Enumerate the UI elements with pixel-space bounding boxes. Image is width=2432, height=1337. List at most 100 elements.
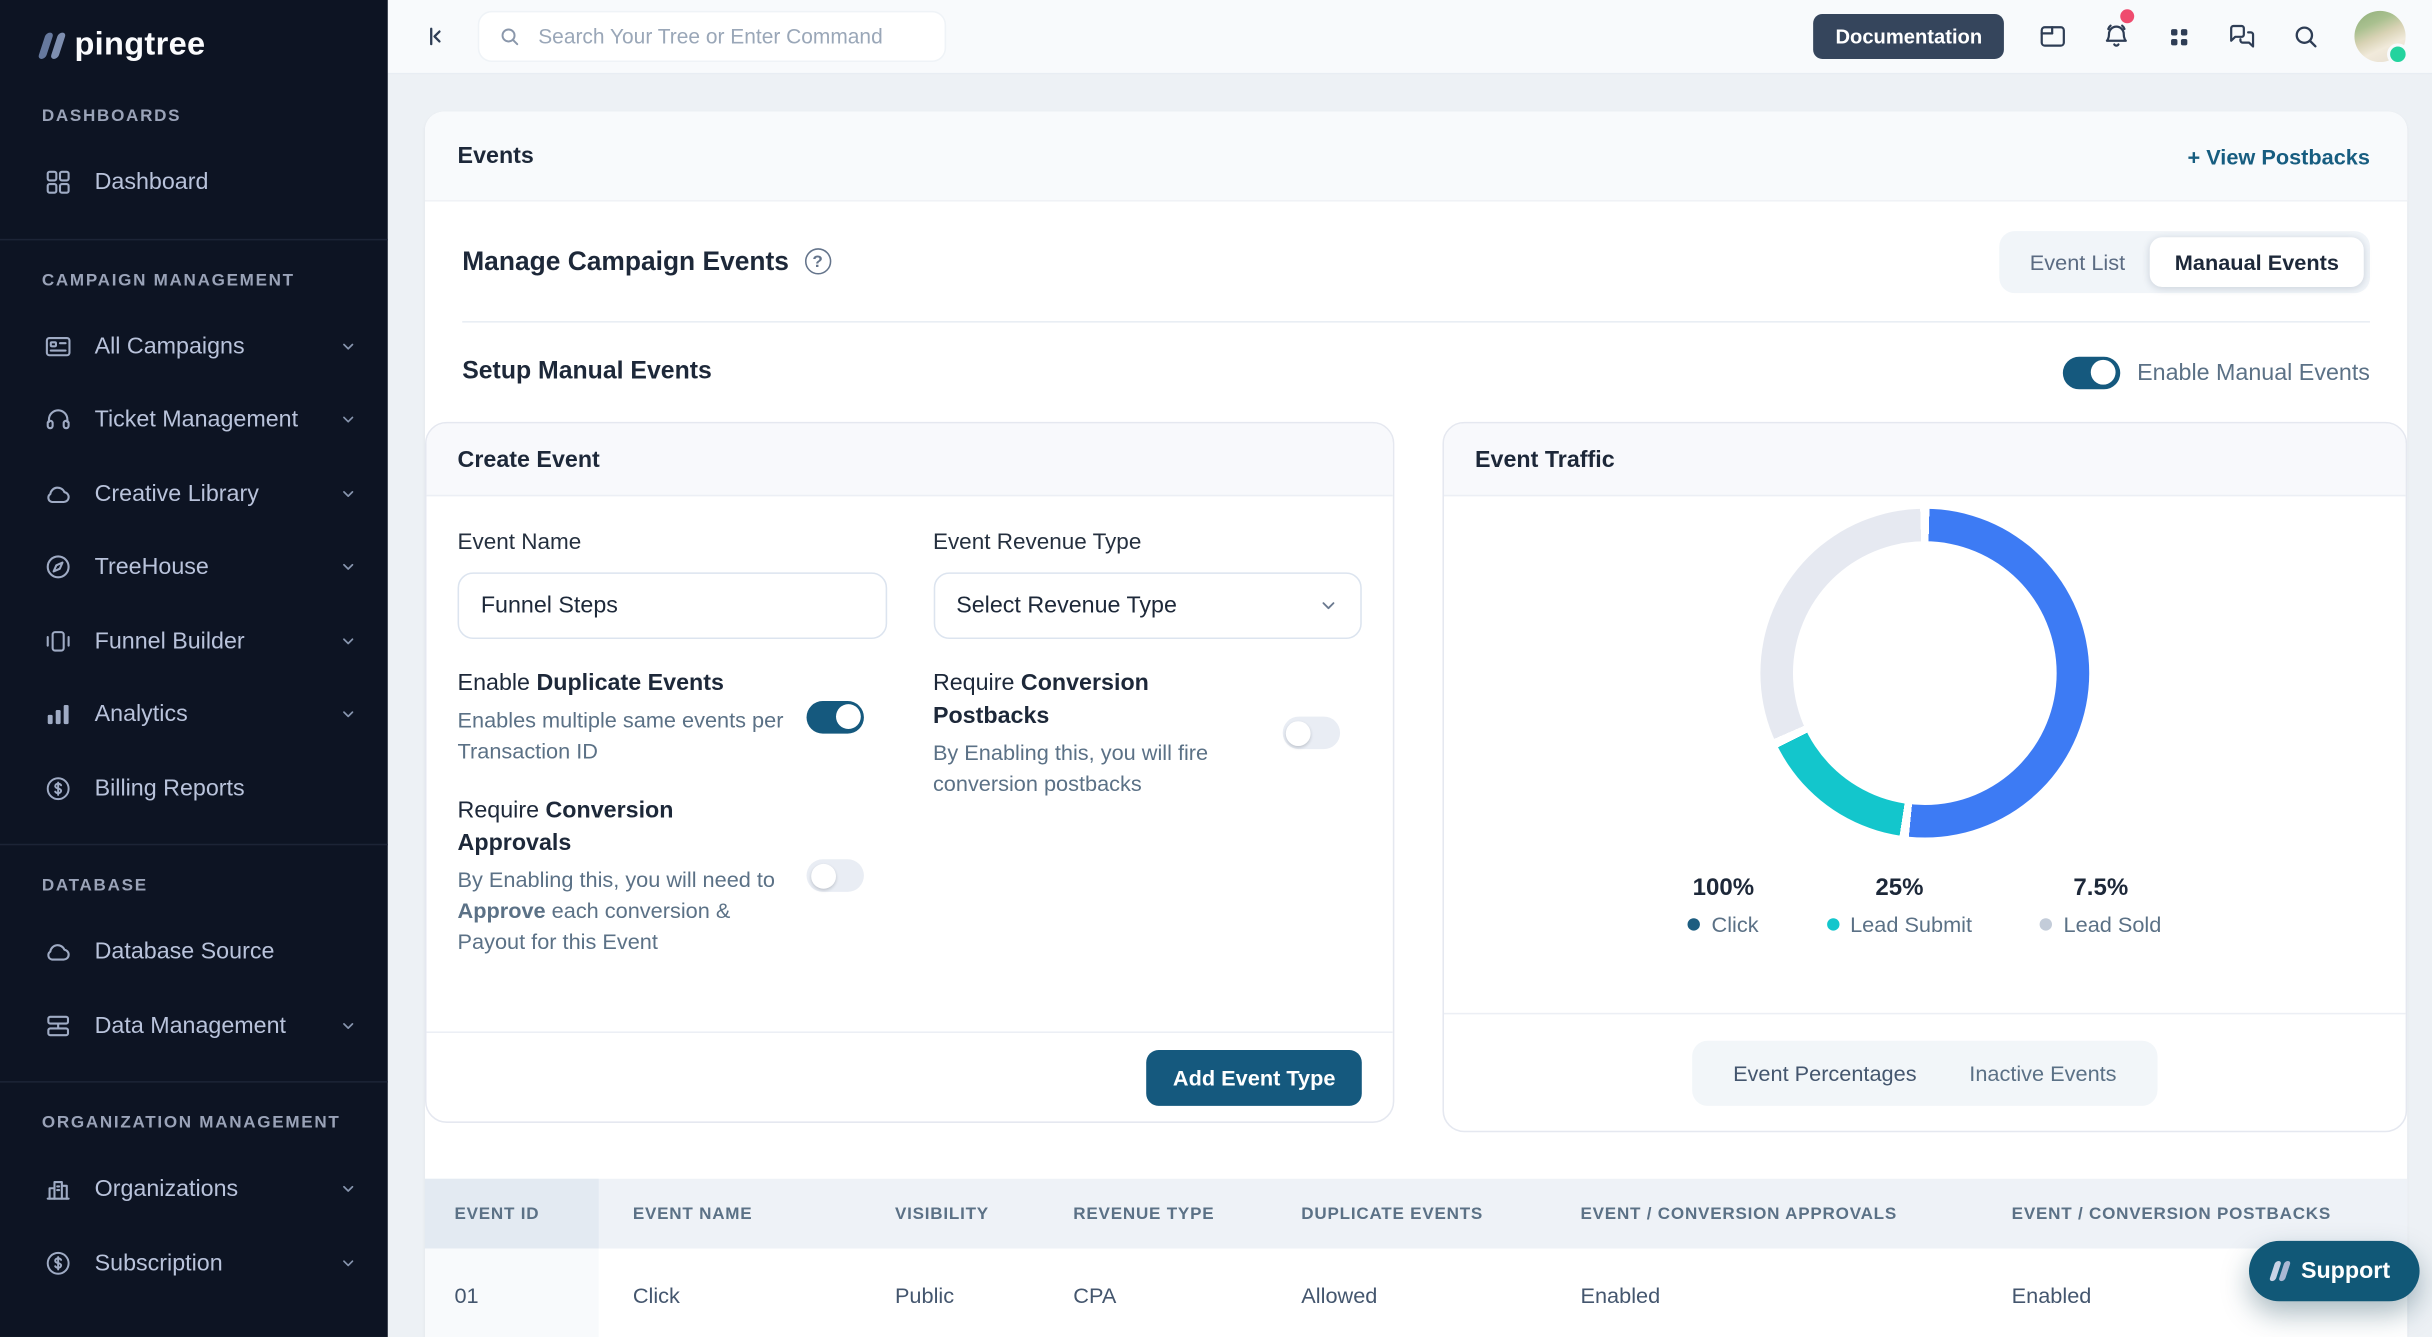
nav-section-database: DATABASE Database Source Data Management: [0, 844, 388, 1081]
conversion-approvals-toggle[interactable]: [807, 859, 864, 892]
tab-inactive-events[interactable]: Inactive Events: [1969, 1060, 2116, 1085]
sidebar: pingtree DASHBOARDS Dashboard CAMPAIGN M…: [0, 0, 388, 1336]
notification-badge: [2120, 9, 2134, 23]
search-icon[interactable]: [2291, 22, 2320, 51]
sidebar-item-treehouse[interactable]: TreeHouse: [0, 530, 388, 604]
sidebar-item-data-management[interactable]: Data Management: [0, 989, 388, 1063]
manage-campaign-events-row: Manage Campaign Events ? Event List Mana…: [462, 202, 2370, 323]
revenue-type-value: Select Revenue Type: [956, 592, 1177, 618]
sidebar-item-label: Subscription: [95, 1250, 223, 1276]
legend-dot: [1827, 918, 1839, 930]
add-event-type-button[interactable]: Add Event Type: [1147, 1049, 1362, 1105]
cell-event-name: Click: [599, 1249, 861, 1337]
server-icon: [42, 1010, 73, 1041]
section-label: DASHBOARDS: [0, 76, 388, 146]
sidebar-item-label: Analytics: [95, 701, 188, 727]
legend-dot: [2040, 918, 2052, 930]
app-screen: pingtree DASHBOARDS Dashboard CAMPAIGN M…: [0, 0, 2432, 1336]
sidebar-item-billing-reports[interactable]: Billing Reports: [0, 751, 388, 825]
cloud-icon: [42, 478, 73, 509]
sidebar-item-subscription[interactable]: Subscription: [0, 1226, 388, 1300]
sidebar-item-label: Database Source: [95, 939, 275, 965]
form-col-left: Event Name Enable Duplicate Events Enabl…: [458, 518, 887, 957]
view-postbacks-link[interactable]: + View Postbacks: [2187, 143, 2369, 168]
section-title: Manage Campaign Events ?: [462, 246, 831, 277]
nav-section-campaign-management: CAMPAIGN MANAGEMENT All Campaigns Ticket…: [0, 238, 388, 844]
user-avatar[interactable]: [2354, 11, 2405, 62]
bell-icon[interactable]: [2102, 22, 2131, 51]
apps-grid-icon[interactable]: [2165, 22, 2193, 50]
cell-duplicate-events: Allowed: [1267, 1249, 1546, 1337]
event-name-field[interactable]: [458, 572, 887, 639]
sidebar-item-all-campaigns[interactable]: All Campaigns: [0, 309, 388, 383]
chat-icon[interactable]: [2227, 22, 2256, 51]
dollar-circle-icon: [42, 773, 73, 804]
documentation-button[interactable]: Documentation: [1814, 14, 2004, 59]
pingtree-logo-icon: [38, 32, 67, 58]
sidebar-item-label: Organizations: [95, 1176, 239, 1202]
enable-manual-events-label: Enable Manual Events: [2137, 359, 2370, 385]
col-header-event-name: EVENT NAME: [599, 1179, 861, 1249]
chevron-down-icon: [340, 338, 357, 355]
topbar-actions: Documentation: [1814, 11, 2432, 62]
sidebar-item-organizations[interactable]: Organizations: [0, 1152, 388, 1226]
conversion-postbacks-text: Require Conversion Postbacks By Enabling…: [933, 667, 1282, 799]
chevron-down-icon: [340, 632, 357, 649]
revenue-type-select[interactable]: Select Revenue Type: [933, 572, 1362, 639]
table-header-row: EVENT ID EVENT NAME VISIBILITY REVENUE T…: [425, 1179, 2407, 1249]
pingtree-logo-icon: [2269, 1260, 2290, 1280]
cell-event-id: 01: [425, 1249, 599, 1337]
col-header-visibility: VISIBILITY: [861, 1179, 1039, 1249]
sidebar-item-label: TreeHouse: [95, 554, 209, 580]
sidebar-collapse-icon[interactable]: [422, 23, 448, 49]
support-label: Support: [2301, 1257, 2390, 1283]
chevron-down-icon: [340, 485, 357, 502]
table-row[interactable]: 01 Click Public CPA Allowed Enabled Enab…: [425, 1249, 2407, 1337]
create-event-footer: Add Event Type: [427, 1031, 1393, 1121]
events-view-tabs: Event List Manaual Events: [1999, 230, 2370, 292]
traffic-footer-tabs: Event Percentages Inactive Events: [1693, 1040, 2157, 1105]
form-col-right: Event Revenue Type Select Revenue Type: [933, 518, 1362, 957]
chevron-down-icon: [340, 559, 357, 576]
logo-text: pingtree: [74, 26, 205, 63]
sidebar-item-ticket-management[interactable]: Ticket Management: [0, 383, 388, 457]
chevron-down-icon: [340, 411, 357, 428]
support-button[interactable]: Support: [2249, 1240, 2420, 1300]
col-header-event-id: EVENT ID: [425, 1179, 599, 1249]
chevron-down-icon: [1318, 596, 1338, 616]
window-icon[interactable]: [2038, 22, 2067, 51]
enable-manual-events-control: Enable Manual Events: [2063, 356, 2370, 389]
create-event-header: Create Event: [427, 423, 1393, 496]
topbar: Documentation: [388, 0, 2432, 74]
chevron-down-icon: [340, 1181, 357, 1198]
bar-chart-icon: [42, 699, 73, 730]
sidebar-item-label: Billing Reports: [95, 775, 245, 801]
sidebar-item-creative-library[interactable]: Creative Library: [0, 457, 388, 531]
help-icon[interactable]: ?: [804, 248, 830, 274]
global-search: [479, 12, 944, 60]
event-traffic-header: Event Traffic: [1444, 423, 2406, 496]
enable-manual-events-toggle[interactable]: [2063, 356, 2120, 389]
main-content: Events + View Postbacks Manage Campaign …: [388, 74, 2432, 1336]
tab-event-percentages[interactable]: Event Percentages: [1733, 1060, 1916, 1085]
legend-item-lead-sold: 7.5% Lead Sold: [2040, 875, 2161, 937]
sidebar-item-database-source[interactable]: Database Source: [0, 915, 388, 989]
manage-title-text: Manage Campaign Events: [462, 246, 789, 277]
duplicate-events-toggle[interactable]: [807, 700, 864, 733]
cloud-icon: [42, 936, 73, 967]
create-event-body: Event Name Enable Duplicate Events Enabl…: [427, 496, 1393, 1031]
tab-manual-events[interactable]: Manaual Events: [2150, 237, 2364, 287]
cell-conversion-approvals: Enabled: [1546, 1249, 1977, 1337]
search-input[interactable]: [535, 23, 926, 49]
sidebar-item-dashboard[interactable]: Dashboard: [0, 146, 388, 220]
events-header: Events + View Postbacks: [425, 112, 2407, 202]
conversion-approvals-toggle-row: Require Conversion Approvals By Enabling…: [458, 794, 887, 957]
sidebar-item-label: All Campaigns: [95, 333, 245, 359]
conversion-postbacks-toggle[interactable]: [1282, 717, 1339, 750]
sidebar-item-funnel-builder[interactable]: Funnel Builder: [0, 604, 388, 678]
sidebar-item-label: Funnel Builder: [95, 628, 245, 654]
tab-event-list[interactable]: Event List: [2005, 237, 2150, 287]
dollar-circle-icon: [42, 1247, 73, 1278]
sidebar-item-analytics[interactable]: Analytics: [0, 678, 388, 752]
pingtree-logo[interactable]: pingtree: [0, 0, 388, 64]
